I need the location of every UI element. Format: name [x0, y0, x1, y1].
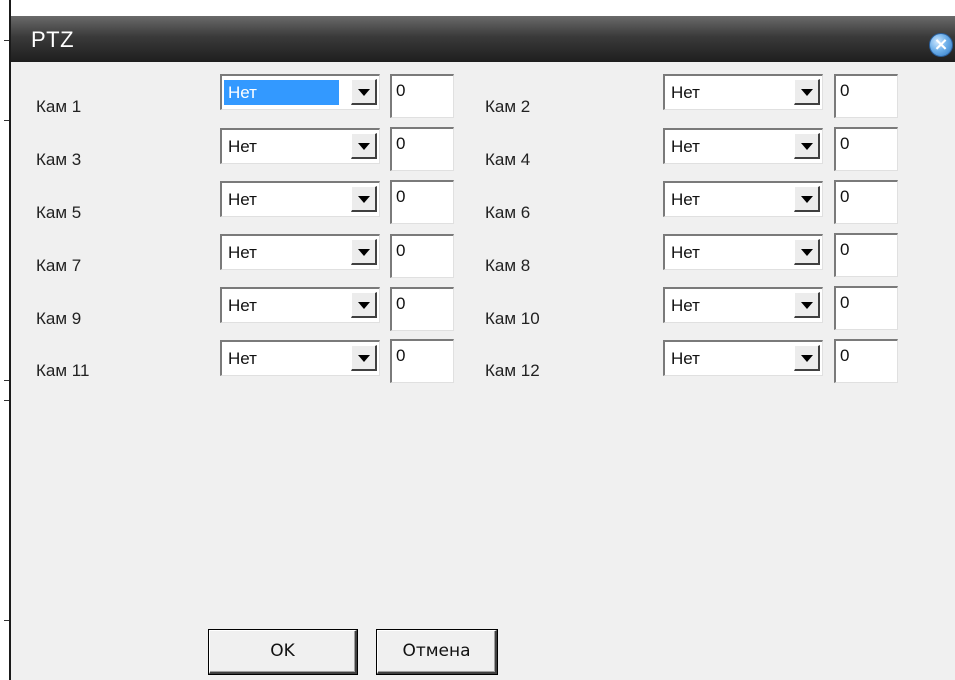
- protocol-value: Нет: [228, 296, 257, 315]
- protocol-select-cam-5[interactable]: Нет: [220, 181, 380, 217]
- chevron-down-icon[interactable]: [351, 345, 377, 371]
- cam-label-1: Кам 1: [36, 97, 82, 116]
- chevron-down-icon[interactable]: [794, 239, 820, 265]
- protocol-select-cam-7[interactable]: Нет: [220, 234, 380, 270]
- address-input-cam-1[interactable]: 0: [390, 74, 454, 118]
- dialog-title: PTZ: [31, 27, 75, 52]
- protocol-select-cam-1[interactable]: Нет: [220, 74, 380, 110]
- chevron-down-icon[interactable]: [351, 239, 377, 265]
- chevron-down-icon[interactable]: [351, 79, 377, 105]
- dialog-titlebar[interactable]: PTZ ×: [11, 16, 955, 62]
- protocol-value: Нет: [228, 137, 257, 156]
- ptz-dialog: PTZ × Кам 1 Нет 0 Кам 2 Нет 0 Кам 3 Нет …: [11, 16, 955, 680]
- address-input-cam-9[interactable]: 0: [390, 287, 454, 331]
- background-tick: [4, 380, 9, 381]
- address-input-cam-10[interactable]: 0: [834, 286, 898, 330]
- protocol-value: Нет: [671, 83, 700, 102]
- protocol-value: Нет: [671, 190, 700, 209]
- protocol-select-cam-6[interactable]: Нет: [663, 181, 823, 217]
- cam-label-10: Кам 10: [485, 309, 540, 328]
- chevron-down-icon[interactable]: [794, 133, 820, 159]
- protocol-select-cam-4[interactable]: Нет: [663, 128, 823, 164]
- address-input-cam-11[interactable]: 0: [390, 339, 454, 383]
- address-input-cam-3[interactable]: 0: [390, 127, 454, 171]
- address-input-cam-6[interactable]: 0: [834, 180, 898, 224]
- chevron-down-icon[interactable]: [794, 186, 820, 212]
- protocol-select-cam-3[interactable]: Нет: [220, 128, 380, 164]
- background-tick: [4, 120, 9, 121]
- protocol-select-cam-2[interactable]: Нет: [663, 74, 823, 110]
- chevron-down-icon[interactable]: [351, 133, 377, 159]
- chevron-down-icon[interactable]: [794, 292, 820, 318]
- address-input-cam-4[interactable]: 0: [834, 127, 898, 171]
- chevron-down-icon[interactable]: [351, 292, 377, 318]
- cancel-button[interactable]: Отмена: [376, 629, 498, 675]
- protocol-value: Нет: [671, 349, 700, 368]
- cam-label-9: Кам 9: [36, 309, 82, 328]
- protocol-value: Нет: [224, 80, 339, 105]
- protocol-select-cam-10[interactable]: Нет: [663, 287, 823, 323]
- cam-label-11: Кам 11: [36, 361, 90, 380]
- protocol-select-cam-11[interactable]: Нет: [220, 340, 380, 376]
- protocol-select-cam-8[interactable]: Нет: [663, 234, 823, 270]
- protocol-value: Нет: [228, 243, 257, 262]
- cam-label-6: Кам 6: [485, 203, 531, 222]
- protocol-value: Нет: [671, 243, 700, 262]
- chevron-down-icon[interactable]: [794, 79, 820, 105]
- background-tick: [4, 400, 9, 401]
- address-input-cam-12[interactable]: 0: [834, 339, 898, 383]
- cam-label-4: Кам 4: [485, 150, 531, 169]
- ok-button[interactable]: OK: [208, 629, 358, 675]
- chevron-down-icon[interactable]: [351, 186, 377, 212]
- protocol-value: Нет: [671, 137, 700, 156]
- protocol-select-cam-9[interactable]: Нет: [220, 287, 380, 323]
- cam-label-7: Кам 7: [36, 256, 82, 275]
- background-tick: [4, 40, 9, 41]
- close-icon[interactable]: ×: [929, 33, 953, 57]
- chevron-down-icon[interactable]: [794, 345, 820, 371]
- protocol-select-cam-12[interactable]: Нет: [663, 340, 823, 376]
- address-input-cam-2[interactable]: 0: [834, 74, 898, 118]
- address-input-cam-8[interactable]: 0: [834, 233, 898, 277]
- cam-label-8: Кам 8: [485, 256, 531, 275]
- cam-label-5: Кам 5: [36, 203, 82, 222]
- protocol-value: Нет: [671, 296, 700, 315]
- cam-label-3: Кам 3: [36, 150, 82, 169]
- address-input-cam-7[interactable]: 0: [390, 234, 454, 278]
- background-tick: [4, 620, 9, 621]
- cam-label-2: Кам 2: [485, 97, 531, 116]
- cam-label-12: Кам 12: [485, 361, 540, 380]
- address-input-cam-5[interactable]: 0: [390, 180, 454, 224]
- protocol-value: Нет: [228, 349, 257, 368]
- protocol-value: Нет: [228, 190, 257, 209]
